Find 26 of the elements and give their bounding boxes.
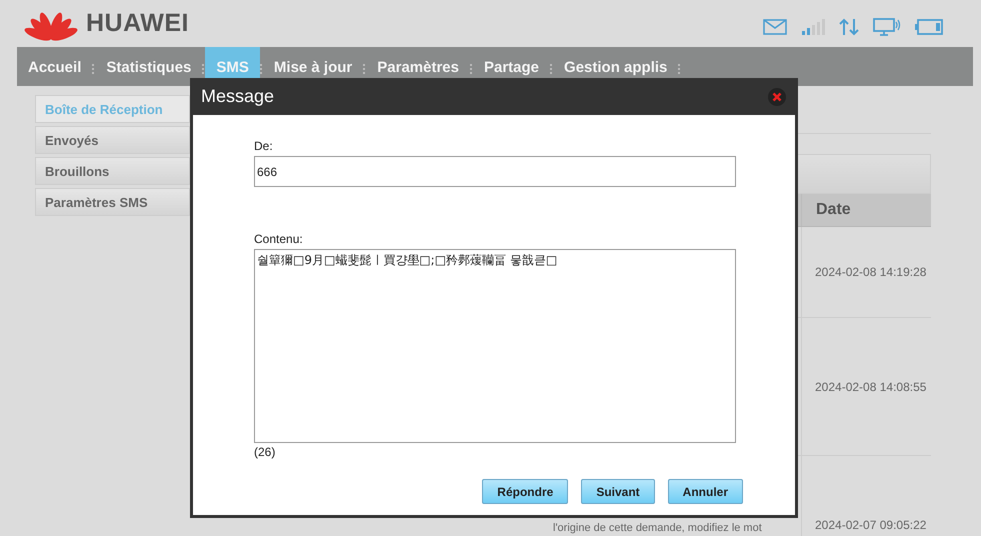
field-label: Contenu: — [254, 232, 304, 246]
brand-name: HUAWEI — [86, 9, 189, 38]
signal-icon — [801, 18, 825, 34]
dialog-button[interactable]: Répondre — [482, 479, 568, 504]
battery-icon — [915, 18, 943, 34]
column-header: Date — [801, 194, 931, 226]
character-count: (26) — [254, 445, 276, 459]
date-cell: 2024-02-08 14:08:55 — [801, 318, 931, 455]
sidebar-item[interactable]: Brouillons — [35, 157, 190, 185]
dialog-button[interactable]: Annuler — [668, 479, 743, 504]
message-preview: l'origine de cette demande, modifiez le mot — [553, 522, 762, 534]
monitor-icon — [873, 18, 901, 36]
content-field[interactable]: 숼簞獮□9月□蠘斐髭ㅣ買걍壆□;□矜鄸蕿韊畐 뭏戠큳□ — [254, 249, 736, 443]
up-down-arrows-icon — [839, 18, 859, 36]
nav-tab[interactable]: Statistiques — [95, 47, 202, 86]
dialog-title: Message — [201, 86, 274, 107]
field-label: De: — [254, 139, 274, 153]
dialog-button[interactable]: Suivant — [581, 479, 655, 504]
nav-tab[interactable]: Accueil — [17, 47, 92, 86]
mail-icon[interactable] — [763, 18, 787, 34]
date-cell: 2024-02-07 09:05:22 — [801, 456, 931, 536]
date-cell: 2024-02-08 14:19:28 — [801, 227, 931, 317]
sidebar-item[interactable]: Envoyés — [35, 126, 190, 154]
close-icon[interactable] — [768, 88, 786, 106]
sender-field[interactable]: 666 — [254, 156, 736, 187]
sidebar-item[interactable]: Paramètres SMS — [35, 188, 190, 216]
